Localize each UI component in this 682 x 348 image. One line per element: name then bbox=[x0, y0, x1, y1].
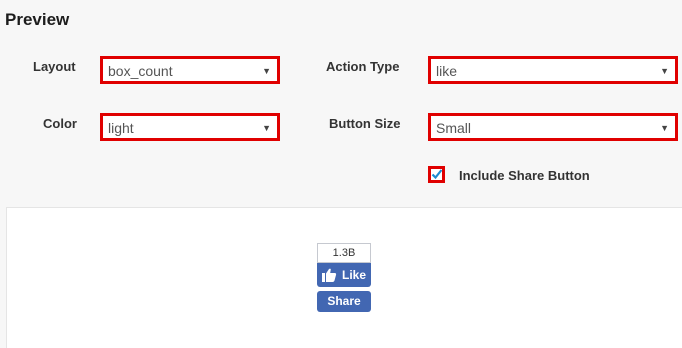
layout-select[interactable]: box_count ▼ bbox=[100, 56, 280, 84]
like-button-label: Like bbox=[342, 268, 367, 282]
action-type-select-value: like bbox=[436, 63, 458, 79]
page-title: Preview bbox=[5, 10, 70, 29]
button-size-label: Button Size bbox=[329, 116, 401, 131]
thumbs-up-icon bbox=[322, 268, 337, 285]
chevron-down-icon: ▼ bbox=[262, 66, 271, 76]
button-size-select-value: Small bbox=[436, 120, 472, 136]
color-select-value: light bbox=[108, 120, 134, 136]
like-count-box: 1.3B bbox=[317, 243, 371, 263]
chevron-down-icon: ▼ bbox=[262, 123, 271, 133]
action-type-select[interactable]: like ▼ bbox=[428, 56, 678, 84]
color-label: Color bbox=[43, 116, 77, 131]
chevron-down-icon: ▼ bbox=[660, 123, 669, 133]
chevron-down-icon: ▼ bbox=[660, 66, 669, 76]
like-button[interactable]: Like bbox=[317, 263, 371, 287]
include-share-label[interactable]: Include Share Button bbox=[459, 168, 590, 183]
checkmark-icon bbox=[431, 169, 443, 180]
action-type-label: Action Type bbox=[326, 59, 400, 74]
layout-label: Layout bbox=[33, 59, 76, 74]
button-size-select[interactable]: Small ▼ bbox=[428, 113, 678, 141]
color-select[interactable]: light ▼ bbox=[100, 113, 280, 141]
include-share-checkbox[interactable] bbox=[428, 166, 445, 183]
layout-select-value: box_count bbox=[108, 63, 173, 79]
share-button[interactable]: Share bbox=[317, 291, 371, 312]
